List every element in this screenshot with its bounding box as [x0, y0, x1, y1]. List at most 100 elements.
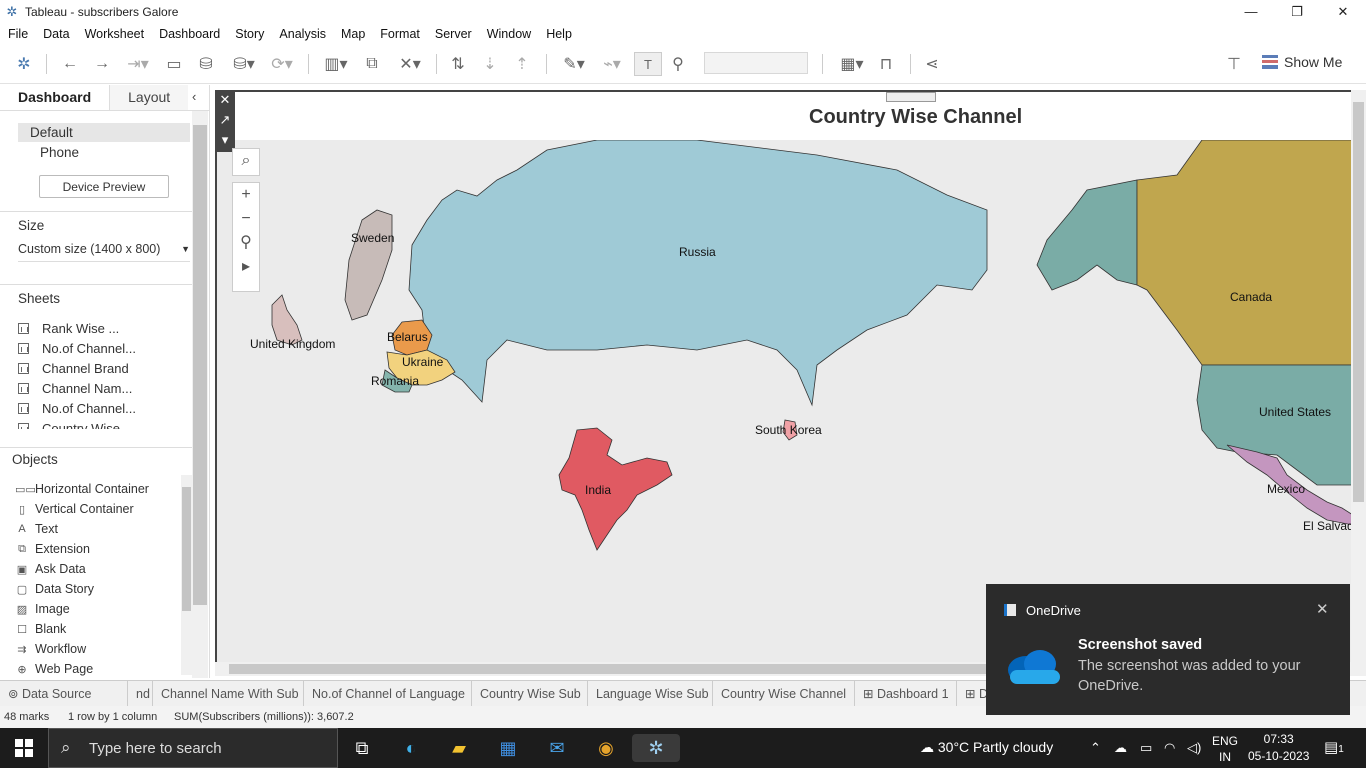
show-me-button[interactable]: Show Me — [1262, 54, 1342, 70]
object-data-story[interactable]: ▢ Data Story — [15, 582, 94, 596]
zoom-out-icon[interactable]: − — [241, 207, 250, 231]
restore-button[interactable]: ❐ — [1274, 0, 1320, 23]
device-preview-button[interactable]: Device Preview — [39, 175, 169, 198]
object-horizontal-container[interactable]: ▭▭ Horizontal Container — [15, 482, 149, 496]
chevron-up-icon[interactable]: ⌃ — [1090, 740, 1101, 756]
windows-start-icon[interactable] — [15, 739, 33, 757]
left-pane-scrollbar[interactable] — [192, 111, 208, 678]
menu-story[interactable]: Story — [235, 27, 264, 41]
duplicate-icon[interactable]: ⧉ — [360, 52, 384, 76]
device-phone[interactable]: Phone — [28, 143, 200, 162]
map-search-button[interactable]: ⌕ — [232, 148, 260, 176]
redo-icon[interactable]: → — [90, 52, 114, 76]
object-web-page[interactable]: ⊕ Web Page — [15, 662, 93, 676]
close-button[interactable]: ✕ — [1320, 0, 1366, 23]
menu-format[interactable]: Format — [380, 27, 420, 41]
pin-map-icon[interactable]: ⚲ — [240, 231, 252, 255]
store-icon[interactable]: ▦ — [494, 734, 522, 762]
fit-select[interactable] — [704, 52, 808, 74]
new-worksheet-icon[interactable]: ▥▾ — [318, 52, 354, 76]
sheet-tab[interactable]: Country Wise Sub — [472, 681, 588, 707]
wifi-icon[interactable]: ◠ — [1164, 740, 1175, 756]
clock[interactable]: 07:33 05-10-2023 — [1248, 731, 1309, 765]
sheet-item[interactable]: Rank Wise ... — [18, 321, 119, 336]
tableau-taskbar-icon[interactable]: ✲ — [632, 734, 680, 762]
menu-map[interactable]: Map — [341, 27, 365, 41]
menu-data[interactable]: Data — [43, 27, 69, 41]
object-workflow[interactable]: ⇉ Workflow — [15, 642, 86, 656]
new-data-source-icon[interactable]: ⛁ — [194, 52, 218, 76]
notification-center-icon[interactable]: ▤1 — [1324, 738, 1344, 756]
onedrive-tray-icon[interactable]: ☁ — [1114, 740, 1127, 756]
sheet-tab[interactable]: No.of Channel of Language — [304, 681, 472, 707]
sheet-item[interactable]: No.of Channel... — [18, 401, 136, 416]
battery-icon[interactable]: ▭ — [1140, 740, 1152, 756]
more-options-icon[interactable]: ▾ — [215, 130, 235, 150]
object-text[interactable]: A Text — [15, 522, 58, 536]
tab-data-source[interactable]: ⊚ Data Source — [0, 681, 128, 707]
collapse-pane-icon[interactable]: ‹ — [192, 89, 196, 104]
pin-icon[interactable]: ⚲ — [666, 52, 690, 76]
tab-dashboard-1[interactable]: ⊞ Dashboard 1 — [855, 681, 957, 707]
remove-icon[interactable]: ✕ — [215, 90, 235, 110]
menu-dashboard[interactable]: Dashboard — [159, 27, 220, 41]
close-icon[interactable]: ✕ — [1316, 600, 1329, 618]
pause-updates-icon[interactable]: ⛁▾ — [226, 52, 262, 76]
group-icon[interactable]: ⌁▾ — [594, 52, 630, 76]
object-extension[interactable]: ⧉ Extension — [15, 542, 90, 556]
onedrive-notification[interactable]: OneDrive ✕ Screenshot saved The screensh… — [986, 584, 1350, 715]
swap-icon[interactable]: ⇅ — [446, 52, 470, 76]
edge-icon[interactable]: ◐ — [397, 734, 425, 762]
undo-icon[interactable]: ← — [58, 52, 82, 76]
object-ask-data[interactable]: ▣ Ask Data — [15, 562, 86, 576]
expand-toolbar-icon[interactable]: ▸ — [242, 255, 250, 279]
tooltip-pin-icon[interactable]: ⊤ — [1222, 52, 1246, 76]
show-mark-labels-icon[interactable]: T — [634, 52, 662, 76]
size-select[interactable]: Custom size (1400 x 800) ▼ — [18, 242, 190, 262]
sheet-tab[interactable]: Channel Name With Sub — [153, 681, 304, 707]
task-view-icon[interactable]: ⧉ — [348, 734, 376, 762]
fit-icon[interactable]: ▦▾ — [834, 52, 870, 76]
presentation-icon[interactable]: ⊓ — [874, 52, 898, 76]
sheet-tab[interactable]: Country Wise Channel — [713, 681, 855, 707]
object-image[interactable]: ▨ Image — [15, 602, 70, 616]
highlight-icon[interactable]: ✎▾ — [556, 52, 592, 76]
sheet-item[interactable]: Channel Brand — [18, 361, 129, 376]
sheet-item[interactable]: No.of Channel... — [18, 341, 136, 356]
tableau-home-icon[interactable]: ✲ — [12, 52, 36, 76]
object-blank[interactable]: ☐ Blank — [15, 622, 66, 636]
share-icon[interactable]: ⋖ — [920, 52, 944, 76]
drag-handle[interactable] — [886, 92, 936, 102]
replay-icon[interactable]: ⇥▾ — [120, 52, 156, 76]
volume-icon[interactable]: ◁) — [1187, 740, 1201, 756]
menu-server[interactable]: Server — [435, 27, 472, 41]
object-vertical-container[interactable]: ▯ Vertical Container — [15, 502, 134, 516]
sort-descending-icon[interactable]: ⇡ — [510, 52, 534, 76]
file-explorer-icon[interactable]: ▰ — [445, 734, 473, 762]
sheet-item[interactable]: Channel Nam... — [18, 381, 132, 396]
refresh-icon[interactable]: ⟳▾ — [264, 52, 300, 76]
chrome-icon[interactable]: ◉ — [592, 734, 620, 762]
clear-icon[interactable]: ✕▾ — [392, 52, 428, 76]
weather-widget[interactable]: ☁ 30°C Partly cloudy — [920, 739, 1053, 756]
language-indicator[interactable]: ENG IN — [1212, 733, 1238, 765]
menu-worksheet[interactable]: Worksheet — [85, 27, 145, 41]
vertical-scrollbar[interactable] — [1351, 90, 1366, 662]
menu-file[interactable]: File — [8, 27, 28, 41]
menu-help[interactable]: Help — [546, 27, 572, 41]
sheet-tab[interactable]: Language Wise Sub — [588, 681, 713, 707]
objects-scrollbar[interactable] — [181, 475, 192, 675]
device-default[interactable]: Default — [18, 123, 190, 142]
menu-analysis[interactable]: Analysis — [279, 27, 326, 41]
menu-window[interactable]: Window — [487, 27, 531, 41]
sort-ascending-icon[interactable]: ⇣ — [478, 52, 502, 76]
sheet-item[interactable]: Country Wise... — [18, 421, 131, 429]
tab-dashboard[interactable]: Dashboard — [0, 85, 109, 110]
minimize-button[interactable]: — — [1228, 0, 1274, 23]
mail-icon[interactable]: ✉ — [543, 734, 571, 762]
zoom-in-icon[interactable]: + — [241, 183, 250, 207]
tab-layout[interactable]: Layout — [109, 85, 189, 110]
open-sheet-icon[interactable]: ↗ — [215, 110, 235, 130]
save-icon[interactable]: ▭ — [162, 52, 186, 76]
sheet-tab[interactable]: ⊞ D — [957, 681, 988, 707]
